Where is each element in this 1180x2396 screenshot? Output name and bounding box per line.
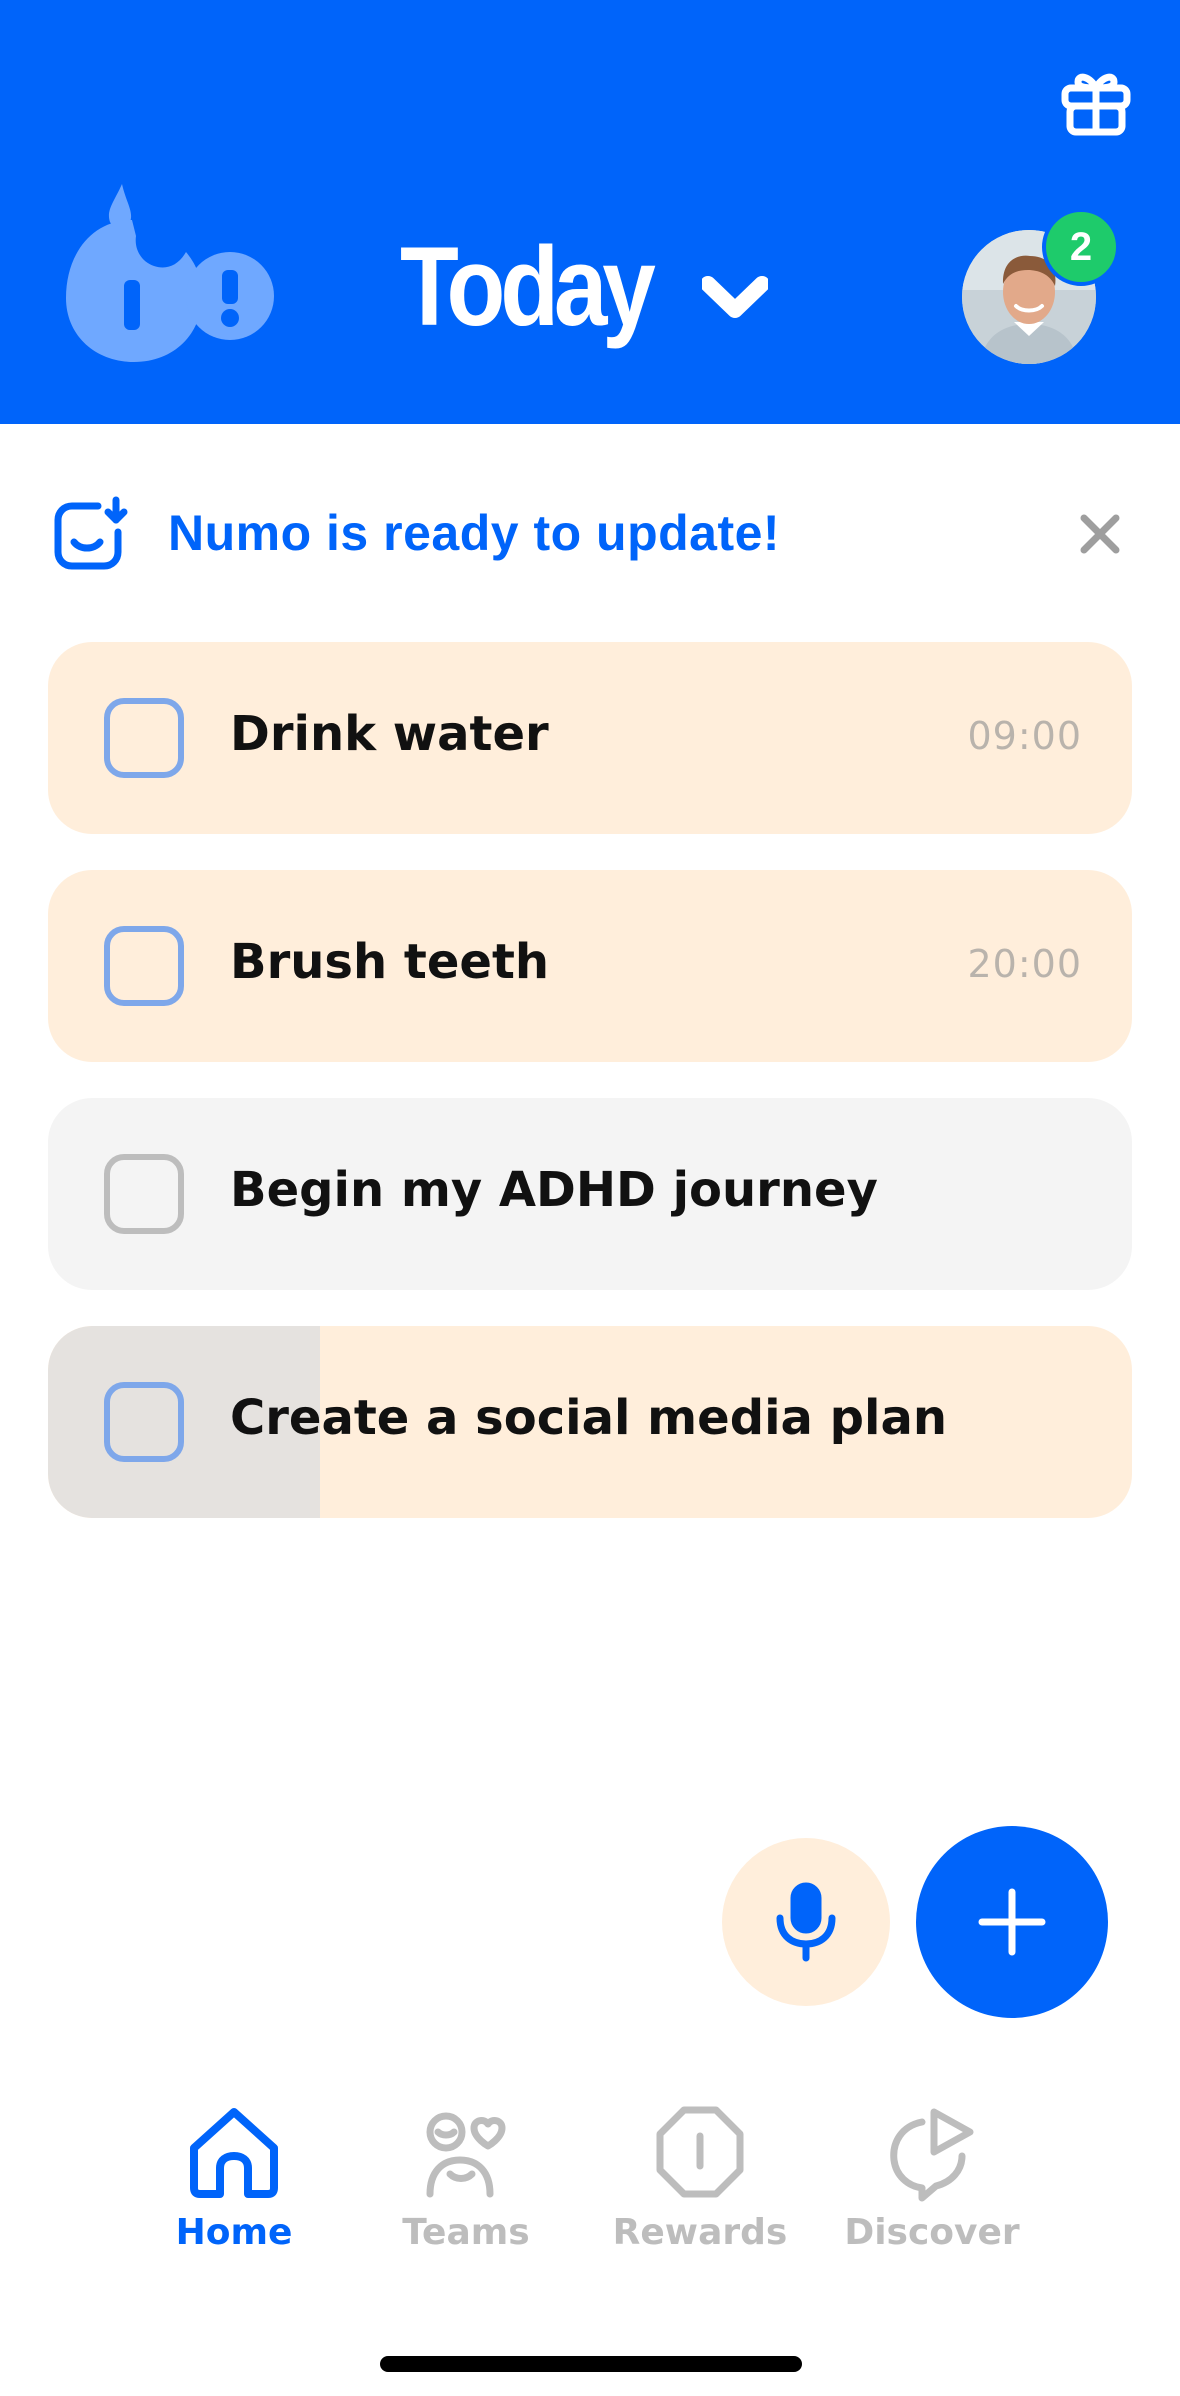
app-logo-icon	[66, 184, 274, 362]
nav-item-discover[interactable]: Discover	[822, 2090, 1042, 2270]
nav-item-teams[interactable]: Teams	[356, 2090, 576, 2270]
add-task-button[interactable]	[916, 1826, 1108, 2018]
nav-label-discover: Discover	[844, 2212, 1020, 2253]
task-time: 20:00	[967, 942, 1082, 986]
task-card[interactable]: Create a social media plan	[48, 1326, 1132, 1518]
task-checkbox[interactable]	[104, 926, 184, 1006]
home-indicator[interactable]	[380, 2356, 802, 2372]
discover-icon	[890, 2108, 974, 2202]
task-checkbox[interactable]	[104, 1154, 184, 1234]
nav-label-home: Home	[175, 2212, 293, 2253]
task-label: Create a social media plan	[230, 1390, 948, 1446]
nav-item-home[interactable]: Home	[124, 2090, 344, 2270]
chevron-down-icon	[702, 276, 768, 318]
task-checkbox[interactable]	[104, 698, 184, 778]
task-card[interactable]: Brush teeth 20:00	[48, 870, 1132, 1062]
rewards-icon	[656, 2106, 744, 2198]
task-time: 09:00	[967, 714, 1082, 758]
task-card[interactable]: Drink water 09:00	[48, 642, 1132, 834]
nav-item-rewards[interactable]: Rewards	[590, 2090, 810, 2270]
date-selector[interactable]: Today	[400, 222, 768, 352]
nav-label-teams: Teams	[402, 2212, 530, 2253]
task-checkbox[interactable]	[104, 1382, 184, 1462]
close-icon[interactable]	[1072, 506, 1128, 562]
task-label: Brush teeth	[230, 934, 550, 990]
update-banner[interactable]: Numo is ready to update!	[52, 492, 1132, 576]
home-icon	[190, 2108, 278, 2198]
task-label: Drink water	[230, 706, 549, 762]
update-banner-text: Numo is ready to update!	[168, 505, 781, 561]
nav-label-rewards: Rewards	[612, 2212, 788, 2253]
microphone-icon	[776, 1882, 836, 1962]
bottom-nav: Home Teams Rewards Discover	[0, 2090, 1180, 2270]
gift-icon[interactable]	[1060, 66, 1132, 138]
notification-badge: 2	[1042, 208, 1120, 286]
app-header: Today 2	[0, 0, 1180, 424]
update-download-icon	[54, 496, 128, 570]
plus-icon	[978, 1888, 1046, 1956]
task-label: Begin my ADHD journey	[230, 1162, 878, 1218]
task-card[interactable]: Begin my ADHD journey	[48, 1098, 1132, 1290]
page-title: Today	[400, 224, 656, 349]
voice-input-button[interactable]	[722, 1838, 890, 2006]
teams-icon	[426, 2112, 506, 2198]
